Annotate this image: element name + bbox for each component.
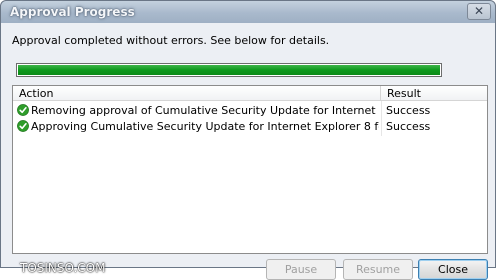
pause-button[interactable]: Pause bbox=[266, 259, 336, 280]
approval-progress-dialog: Approval Progress ✕ Approval completed w… bbox=[0, 0, 496, 280]
progress-bar bbox=[16, 63, 442, 77]
resume-button[interactable]: Resume bbox=[343, 259, 413, 280]
row-action-text: Removing approval of Cumulative Security… bbox=[31, 104, 379, 117]
row-action-cell: Approving Cumulative Security Update for… bbox=[17, 119, 379, 135]
column-header-result[interactable]: Result bbox=[381, 86, 487, 101]
close-button[interactable]: Close bbox=[418, 259, 488, 280]
progress-fill bbox=[18, 65, 440, 75]
table-row[interactable]: Removing approval of Cumulative Security… bbox=[13, 103, 487, 119]
dialog-body: Approval completed without errors. See b… bbox=[2, 23, 494, 280]
table-row[interactable]: Approving Cumulative Security Update for… bbox=[13, 119, 487, 135]
row-result-cell: Success bbox=[386, 120, 431, 133]
row-action-cell: Removing approval of Cumulative Security… bbox=[17, 103, 379, 119]
title-bar[interactable]: Approval Progress ✕ bbox=[1, 1, 495, 23]
green-check-icon bbox=[17, 104, 29, 116]
column-header-action[interactable]: Action bbox=[13, 86, 381, 101]
row-result-cell: Success bbox=[386, 104, 431, 117]
results-grid[interactable]: Action Result Removing approval of Cumul… bbox=[12, 85, 488, 254]
green-check-icon bbox=[17, 120, 29, 132]
close-icon[interactable]: ✕ bbox=[467, 3, 491, 20]
watermark-text: TOSINSO.COM bbox=[20, 261, 106, 275]
grid-header: Action Result bbox=[13, 86, 487, 101]
status-message: Approval completed without errors. See b… bbox=[12, 34, 330, 47]
window-title: Approval Progress bbox=[10, 5, 135, 19]
row-action-text: Approving Cumulative Security Update for… bbox=[31, 120, 379, 133]
